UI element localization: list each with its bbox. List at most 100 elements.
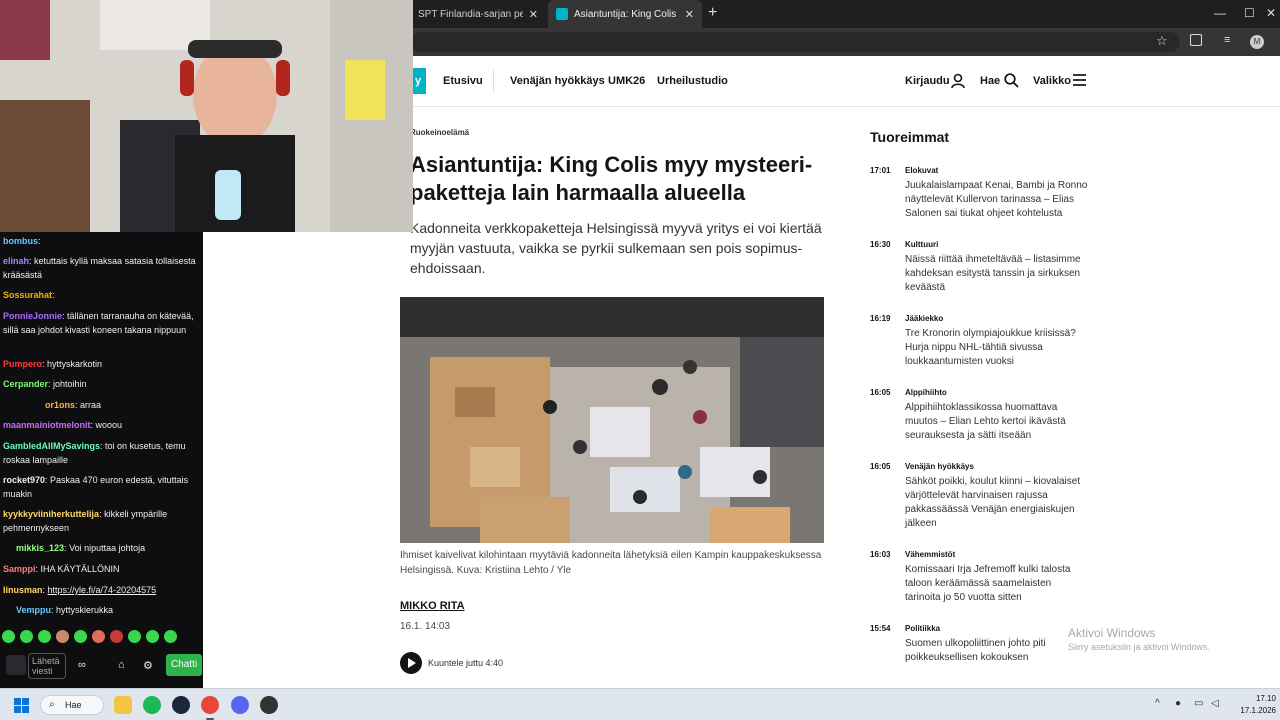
chat-username[interactable]: GambledAllMySavings <box>3 441 100 451</box>
tab-article[interactable]: Asiantuntija: King Colis myy mysteeri ✕ <box>548 0 702 28</box>
tray-chevron-icon[interactable]: ^ <box>1155 698 1160 709</box>
news-time: 16:05 <box>870 388 891 397</box>
network-icon[interactable]: ▭ <box>1194 698 1203 709</box>
news-headline[interactable]: Juukalaislampaat Kenai, Bambi ja Ronno n… <box>905 179 1088 221</box>
chat-text: wooou <box>95 420 123 430</box>
news-headline[interactable]: Sähköt poikki, koulut kiinni – kiovalais… <box>905 475 1088 531</box>
nav-venajan-hyokkays[interactable]: Venäjän hyökkäys <box>510 75 605 87</box>
chat-text: arraa <box>80 400 102 410</box>
chat-input[interactable]: Lähetä viesti <box>28 653 66 679</box>
article-category[interactable]: Ruokeinoelämä <box>410 128 469 137</box>
chat-username[interactable]: Pumpero <box>3 359 42 369</box>
steam-icon[interactable] <box>172 696 190 714</box>
nav-umk26[interactable]: UMK26 <box>608 75 645 87</box>
windows-start-icon[interactable] <box>14 698 29 713</box>
chat-username[interactable]: PonnieJonnie <box>3 311 62 321</box>
news-category: Politiikka <box>905 624 941 633</box>
chat-message: kyykkyviiniherkuttelija: kikkeli ympäril… <box>3 509 168 533</box>
emote-icon[interactable] <box>92 630 105 643</box>
news-headline[interactable]: Suomen ulkopoliittinen johto piti poikke… <box>905 637 1088 665</box>
news-category: Venäjän hyökkäys <box>905 462 974 471</box>
screen: SPT Finlandia-sarjan pelit - You ✕ Asian… <box>0 0 1280 720</box>
chat-link[interactable]: https://yle.fi/a/74-20204575 <box>48 585 157 595</box>
chat-username[interactable]: linusman <box>3 585 43 595</box>
emote-icon[interactable] <box>56 630 69 643</box>
login-link[interactable]: Kirjaudu <box>905 75 950 87</box>
chat-username[interactable]: Vemppu <box>3 605 51 615</box>
chrome-icon[interactable] <box>201 696 219 714</box>
author-link[interactable]: MIKKO RITA <box>400 600 465 612</box>
discord-icon[interactable] <box>231 696 249 714</box>
gift-icon[interactable]: ⌂ <box>118 659 125 671</box>
spotify-icon[interactable] <box>143 696 161 714</box>
tab-title: Asiantuntija: King Colis myy mysteeri <box>574 8 679 20</box>
chat-username[interactable]: Cerpander <box>3 379 48 389</box>
settings-gear-icon[interactable]: ⚙ <box>143 659 153 672</box>
chat-username[interactable]: bombus <box>3 236 38 246</box>
publish-date: 16.1. 14:03 <box>400 621 451 632</box>
news-time: 16:30 <box>870 240 891 249</box>
hamburger-menu-icon[interactable] <box>1072 73 1087 87</box>
nav-urheilustudio[interactable]: Urheilustudio <box>657 75 728 87</box>
close-icon[interactable]: ✕ <box>529 8 538 21</box>
tab-youtube[interactable]: SPT Finlandia-sarjan pelit - You ✕ <box>410 0 546 28</box>
emote-icon[interactable] <box>128 630 141 643</box>
news-headline[interactable]: Komissaari Irja Jefremoff kulki talosta … <box>905 563 1088 605</box>
emote-icon[interactable] <box>20 630 33 643</box>
play-icon <box>408 658 416 668</box>
webcam-overlay <box>0 0 413 232</box>
user-icon[interactable] <box>951 73 965 89</box>
clock-time: 17.10 <box>1255 694 1276 703</box>
emote-icon[interactable] <box>110 630 123 643</box>
window-close-icon[interactable]: ✕ <box>1266 6 1276 20</box>
nav-etusivu[interactable]: Etusivu <box>443 75 483 87</box>
windows-taskbar: ⌕ Hae ^ ● ▭ ◁ 17.10 17.1.2026 <box>0 688 1280 720</box>
emote-icon[interactable] <box>2 630 15 643</box>
new-tab-button[interactable]: + <box>708 5 717 21</box>
news-headline[interactable]: Tre Kronorin olympiajoukkue kriisissä? H… <box>905 327 1088 369</box>
emote-picker-icon[interactable]: ∞ <box>78 659 86 671</box>
emote-icon[interactable] <box>38 630 51 643</box>
taskbar-clock[interactable]: 17.10 17.1.2026 <box>1226 693 1276 717</box>
listen-label[interactable]: Kuuntele juttu 4:40 <box>428 658 503 668</box>
address-field[interactable] <box>410 32 1180 52</box>
chat-username[interactable]: mikkis_123 <box>3 543 64 553</box>
maximize-icon[interactable]: ☐ <box>1244 6 1255 20</box>
volume-icon[interactable]: ◁ <box>1211 698 1219 709</box>
obs-icon[interactable] <box>260 696 278 714</box>
news-headline[interactable]: Alppihiihtoklassikossa huomattava muutos… <box>905 401 1088 443</box>
taskbar-search[interactable]: ⌕ Hae <box>40 695 104 715</box>
emote-icon[interactable] <box>164 630 177 643</box>
activation-subtitle: Siirry asetuksiin ja aktivoi Windows. <box>1068 642 1211 652</box>
emote-icon[interactable] <box>146 630 159 643</box>
news-category: Kulttuuri <box>905 240 939 249</box>
emote-icon[interactable] <box>74 630 87 643</box>
chat-username[interactable]: Samppi <box>3 564 36 574</box>
file-explorer-icon[interactable] <box>114 696 132 714</box>
chat-username[interactable]: Sossurahat <box>3 290 52 300</box>
search-icon[interactable] <box>1004 73 1019 88</box>
chat-username[interactable]: elinah <box>3 256 29 266</box>
bookmark-star-icon[interactable]: ☆ <box>1156 33 1168 49</box>
tray-mic-icon[interactable]: ● <box>1175 698 1181 709</box>
latest-news: Tuoreimmat 17:01 Elokuvat Juukalaislampa… <box>868 107 1088 687</box>
microphone-icon[interactable] <box>6 655 26 675</box>
chat-send-button[interactable]: Chatti <box>166 654 202 676</box>
chat-username[interactable]: or1ons <box>3 400 75 410</box>
chat-username[interactable]: maanmainiotmelonit <box>3 420 91 430</box>
chat-message: bombus: <box>3 236 41 246</box>
profile-avatar[interactable]: M <box>1250 35 1264 49</box>
chat-username[interactable]: rocket970 <box>3 475 45 485</box>
minimize-icon[interactable]: — <box>1214 6 1226 20</box>
media-controls-icon[interactable]: ≡ <box>1224 34 1230 46</box>
menu-link[interactable]: Valikko <box>1033 75 1071 87</box>
chat-text: ketuttais kyllä maksaa satasia tollaises… <box>3 256 196 280</box>
nav-divider <box>493 70 494 92</box>
news-time: 16:03 <box>870 550 891 559</box>
listen-play-button[interactable] <box>400 652 422 674</box>
search-link[interactable]: Hae <box>980 75 1000 87</box>
chat-username[interactable]: kyykkyviiniherkuttelija <box>3 509 99 519</box>
close-icon[interactable]: ✕ <box>685 8 694 21</box>
extensions-icon[interactable] <box>1190 34 1202 46</box>
news-headline[interactable]: Näissä riittää ihmeteltävää – listasimme… <box>905 253 1088 295</box>
